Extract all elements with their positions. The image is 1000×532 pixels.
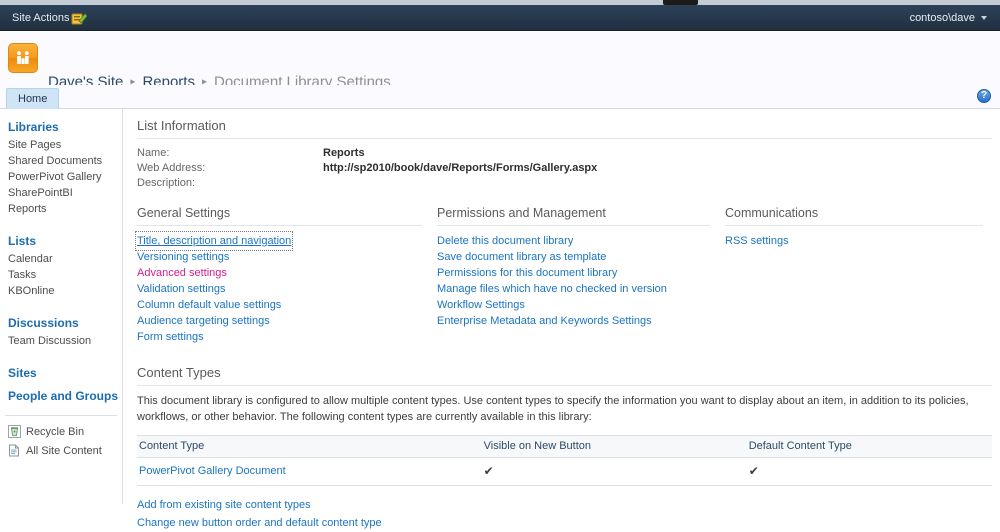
link-versioning-settings[interactable]: Versioning settings — [137, 249, 229, 265]
content-types-section: Content Types This document library is c… — [137, 365, 992, 532]
section-title-general-settings: General Settings — [137, 206, 422, 226]
link-title-description-and-navigation[interactable]: Title, description and navigation — [134, 231, 294, 251]
sidebar-item-tasks[interactable]: Tasks — [0, 267, 122, 283]
sidebar-item-powerpivot-gallery[interactable]: PowerPivot Gallery — [0, 169, 122, 185]
link-permissions-for-this-document-library[interactable]: Permissions for this document library — [437, 265, 617, 281]
column-header-content-type: Content Type — [137, 434, 482, 458]
content-types-description: This document library is configured to a… — [137, 395, 969, 423]
sharepoint-team-site-logo-icon[interactable] — [8, 43, 38, 73]
main-content: List Information Name: Reports Web Addre… — [123, 109, 1000, 529]
sidebar-item-team-discussion[interactable]: Team Discussion — [0, 333, 122, 349]
link-form-settings[interactable]: Form settings — [137, 329, 204, 345]
communications-column: Communications RSS settings — [725, 206, 998, 345]
link-add-from-existing-site-content-types[interactable]: Add from existing site content types — [137, 496, 311, 514]
column-header-visible-on-new-button: Visible on New Button — [481, 434, 747, 458]
link-validation-settings[interactable]: Validation settings — [137, 281, 225, 297]
info-label-web-address: Web Address: — [137, 162, 206, 174]
link-rss-settings[interactable]: RSS settings — [725, 233, 789, 249]
sidebar-heading-lists[interactable]: Lists — [0, 228, 122, 251]
cell-content-type-name: PowerPivot Gallery Document — [137, 457, 482, 486]
tab-home[interactable]: Home — [6, 88, 60, 109]
link-enterprise-metadata-and-keywords-settings[interactable]: Enterprise Metadata and Keywords Setting… — [437, 313, 652, 329]
sidebar-heading-libraries[interactable]: Libraries — [0, 114, 122, 137]
section-title-content-types: Content Types — [137, 365, 992, 386]
content-types-actions: Add from existing site content types Cha… — [137, 496, 992, 532]
recycle-bin-icon — [8, 425, 21, 438]
sidebar-item-recycle-bin[interactable]: Recycle Bin — [0, 422, 122, 441]
column-header-default-content-type: Default Content Type — [746, 434, 992, 458]
sidebar-item-reports[interactable]: Reports — [0, 201, 122, 217]
navigate-up-edit-icon[interactable] — [71, 11, 87, 26]
site-actions-label: Site Actions — [12, 12, 70, 24]
section-title-communications: Communications — [725, 206, 983, 226]
link-powerpivot-gallery-document[interactable]: PowerPivot Gallery Document — [139, 465, 286, 477]
sidebar-item-all-site-content[interactable]: All Site Content — [0, 441, 122, 460]
all-site-content-label: All Site Content — [26, 444, 102, 457]
general-settings-column: General Settings Title, description and … — [134, 206, 437, 345]
sidebar-heading-sites[interactable]: Sites — [0, 360, 122, 383]
help-question-icon[interactable]: ? — [977, 89, 991, 103]
title-band: Dave's Site ▸ Reports ▸ Document Library… — [0, 32, 1000, 91]
info-label-description: Description: — [137, 177, 196, 189]
sidebar-heading-people-and-groups[interactable]: People and Groups — [0, 383, 122, 406]
ribbon-tab-row: Home ? — [0, 85, 1000, 109]
sidebar-heading-discussions[interactable]: Discussions — [0, 310, 122, 333]
link-change-new-button-order[interactable]: Change new button order and default cont… — [137, 514, 382, 532]
table-row: PowerPivot Gallery Document ✔ ✔ — [137, 457, 992, 486]
link-workflow-settings[interactable]: Workflow Settings — [437, 297, 525, 313]
section-title-permissions-and-management: Permissions and Management — [437, 206, 710, 226]
info-value-name: Reports — [323, 147, 365, 159]
sidebar-item-sharepointbi[interactable]: SharePointBI — [0, 185, 122, 201]
suite-bar: Site Actions contoso\dave — [0, 5, 1000, 31]
settings-columns: General Settings Title, description and … — [134, 206, 998, 345]
cell-default-content-type-check: ✔ — [746, 457, 992, 486]
content-types-table: Content Type Visible on New Button Defau… — [137, 434, 992, 486]
left-navigation: Libraries Site Pages Shared Documents Po… — [0, 109, 123, 504]
link-manage-files-no-checked-in-version[interactable]: Manage files which have no checked in ve… — [437, 281, 667, 297]
info-value-description — [323, 177, 1000, 189]
sidebar-item-kbonline[interactable]: KBOnline — [0, 283, 122, 299]
link-save-document-library-as-template[interactable]: Save document library as template — [437, 249, 606, 265]
link-advanced-settings[interactable]: Advanced settings — [137, 265, 227, 281]
cell-visible-on-new-button-check: ✔ — [481, 457, 747, 486]
sidebar-item-shared-documents[interactable]: Shared Documents — [0, 153, 122, 169]
user-name-label: contoso\dave — [909, 12, 975, 24]
section-title-list-information: List Information — [137, 118, 992, 139]
user-menu[interactable]: contoso\dave — [905, 9, 992, 27]
page-body: Libraries Site Pages Shared Documents Po… — [0, 109, 1000, 529]
sidebar-divider — [5, 415, 117, 416]
recycle-bin-label: Recycle Bin — [26, 425, 85, 438]
info-value-web-address: http://sp2010/book/dave/Reports/Forms/Ga… — [323, 162, 598, 174]
permissions-management-column: Permissions and Management Delete this d… — [437, 206, 725, 345]
chevron-down-icon — [981, 16, 987, 20]
list-information-grid: Name: Reports Web Address: http://sp2010… — [137, 147, 1000, 189]
link-column-default-value-settings[interactable]: Column default value settings — [137, 297, 281, 313]
link-delete-this-document-library[interactable]: Delete this document library — [437, 233, 573, 249]
sidebar-item-site-pages[interactable]: Site Pages — [0, 137, 122, 153]
table-header-row: Content Type Visible on New Button Defau… — [137, 434, 992, 458]
all-site-content-icon — [8, 444, 21, 457]
link-audience-targeting-settings[interactable]: Audience targeting settings — [137, 313, 270, 329]
sidebar-item-calendar[interactable]: Calendar — [0, 251, 122, 267]
info-label-name: Name: — [137, 147, 170, 159]
